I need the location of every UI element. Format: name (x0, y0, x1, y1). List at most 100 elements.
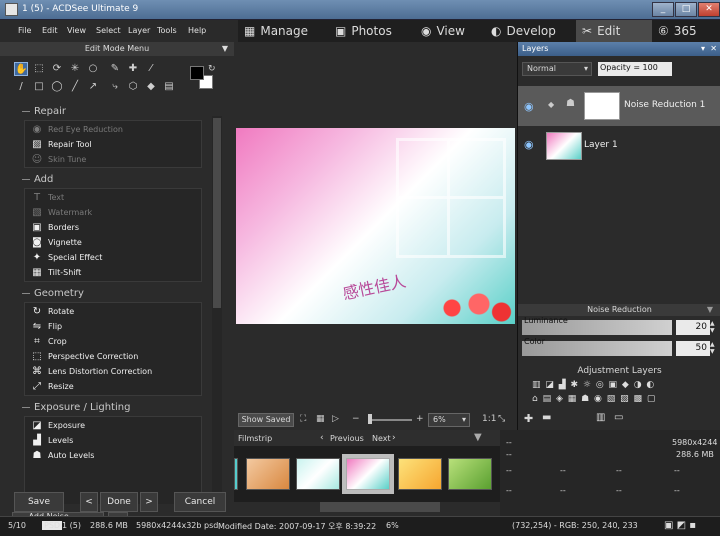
menu-layer[interactable]: Layer (128, 26, 150, 35)
hand-tool-icon[interactable]: ✋ (14, 62, 28, 76)
layer-comment-icon[interactable]: ▭ (614, 412, 623, 423)
menu-select[interactable]: Select (96, 26, 121, 35)
zoom-in-icon[interactable]: + (416, 414, 424, 424)
eraser-icon[interactable]: ◆ (144, 80, 158, 94)
close-button[interactable]: ✕ (698, 2, 720, 17)
menu-help[interactable]: Help (188, 26, 206, 35)
menu-edit[interactable]: Edit (42, 26, 58, 35)
zoom-out-icon[interactable]: − (352, 414, 360, 424)
levels-item[interactable]: ▟ Levels (31, 433, 73, 448)
gradient-icon[interactable]: ▤ (162, 80, 176, 94)
luminance-slider[interactable]: Luminance (522, 316, 672, 335)
delete-layer-icon[interactable]: ▥ (596, 412, 605, 423)
previous-image-button[interactable]: < (80, 492, 98, 512)
link-icon[interactable]: ◆ (548, 100, 554, 109)
rotate-item[interactable]: ↻ Rotate (31, 304, 74, 319)
tab-manage[interactable]: ▦ Manage (238, 20, 329, 42)
scrollbar-thumb[interactable] (213, 118, 221, 308)
resize-item[interactable]: ⤢ Resize (31, 379, 74, 394)
tilt-shift-item[interactable]: ▦ Tilt-Shift (31, 265, 81, 280)
lasso-icon[interactable]: ○ (86, 62, 100, 76)
rectangle-icon[interactable]: □ (32, 80, 46, 94)
magic-wand-icon[interactable]: ✳ (68, 62, 82, 76)
vignette-item[interactable]: ◙ Vignette (31, 235, 82, 250)
edited-photo[interactable]: 感性佳人 (236, 128, 515, 324)
transform-tool-icon[interactable]: ⟳ (50, 62, 64, 76)
section-exposure-header[interactable]: Exposure / Lighting (22, 402, 130, 416)
swap-colors-icon[interactable]: ↻ (208, 64, 216, 74)
borders-item[interactable]: ▣ Borders (31, 220, 79, 235)
show-saved-button[interactable]: Show Saved (238, 413, 294, 427)
smart-brush-icon[interactable]: ✎ (108, 62, 122, 76)
red-eye-reduction-item[interactable]: ◉ Red Eye Reduction (31, 122, 123, 137)
chevron-right-icon[interactable]: › (392, 433, 396, 443)
play-icon[interactable]: ▷ (332, 414, 339, 424)
watermark-item[interactable]: ▧ Watermark (31, 205, 92, 220)
skin-tune-item[interactable]: ☺ Skin Tune (31, 152, 87, 167)
polyline-icon[interactable]: ⤷ (108, 80, 122, 94)
next-image-button[interactable]: > (140, 492, 158, 512)
crop-item[interactable]: ⌗ Crop (31, 334, 67, 349)
auto-levels-item[interactable]: ☗ Auto Levels (31, 448, 95, 463)
visibility-eye-icon[interactable]: ◉ (524, 138, 534, 151)
edit-mode-menu-header[interactable]: Edit Mode Menu ▼ (0, 42, 234, 56)
adjustment-layer-icons[interactable]: ▥ ◪ ▟ ✱ ☼ ◎ ▣ ◆ ◑ ◐ ⌂ ▤ ◈ ▦ ☗ ◉ ▧ ▨ ▩ ▢ (532, 378, 712, 406)
zoom-slider-thumb[interactable] (368, 414, 372, 424)
marquee-tool-icon[interactable]: ⬚ (32, 62, 46, 76)
filmstrip-thumb[interactable] (234, 458, 238, 490)
cancel-button[interactable]: Cancel (174, 492, 226, 512)
line-icon[interactable]: ╱ (68, 80, 82, 94)
maximize-button[interactable]: □ (675, 2, 697, 17)
filmstrip-thumb[interactable] (246, 458, 290, 490)
luminance-value[interactable]: 20 (676, 320, 710, 335)
brush-icon[interactable]: / (14, 80, 28, 94)
opacity-field[interactable]: Opacity = 100 (598, 62, 672, 76)
filmstrip-thumb[interactable] (448, 458, 492, 490)
special-effect-item[interactable]: ✦ Special Effect (31, 250, 103, 265)
lens-distortion-correction-item[interactable]: ⌘ Lens Distortion Correction (31, 364, 152, 379)
filmstrip-thumb[interactable] (398, 458, 442, 490)
edit-panel-scrollbar[interactable] (212, 116, 222, 502)
close-icon[interactable]: ✕ (710, 42, 717, 56)
collapse-icon[interactable]: ▼ (707, 304, 713, 316)
zoom-slider[interactable] (372, 419, 412, 421)
heal-icon[interactable]: ✚ (126, 62, 140, 76)
color-slider[interactable]: Color (522, 337, 672, 356)
tab-edit[interactable]: ✂ Edit (576, 20, 652, 42)
text-item[interactable]: T Text (31, 190, 64, 205)
arrow-icon[interactable]: ↗ (86, 80, 100, 94)
minimize-button[interactable]: _ (652, 2, 674, 17)
tab-develop[interactable]: ◐ Develop (485, 20, 576, 42)
section-add-header[interactable]: Add (22, 174, 53, 188)
grid-icon[interactable]: ▦ (316, 414, 325, 424)
fit-image-icon[interactable]: ⤡ (498, 414, 505, 424)
polygon-icon[interactable]: ⬡ (126, 80, 140, 94)
pin-icon[interactable]: ▾ (701, 42, 705, 56)
luminance-spinner[interactable]: ▲ ▼ (710, 320, 718, 335)
layer-group-icon[interactable]: ▬ (542, 412, 551, 423)
perspective-correction-item[interactable]: ⬚ Perspective Correction (31, 349, 138, 364)
filmstrip-thumb[interactable] (296, 458, 340, 490)
collapse-filmstrip-icon[interactable]: ▼ (474, 432, 482, 443)
filmstrip-thumb-selected[interactable] (342, 454, 394, 494)
save-button[interactable]: Save (14, 492, 64, 512)
layer-row[interactable]: ◉ ◆ ☗ Noise Reduction 1 (518, 86, 720, 126)
filmstrip-next[interactable]: Next (372, 434, 391, 443)
actual-size-button[interactable]: 1:1 (482, 414, 496, 424)
menu-view[interactable]: View (67, 26, 86, 35)
menu-file[interactable]: File (18, 26, 31, 35)
blend-mode-select[interactable]: Normal ▾ (522, 62, 592, 76)
eyedropper-icon[interactable]: ⁄ (144, 62, 158, 76)
flip-item[interactable]: ⇋ Flip (31, 319, 62, 334)
tab-photos[interactable]: ▣ Photos (329, 20, 415, 42)
image-canvas[interactable]: 感性佳人 (234, 42, 517, 410)
ellipse-icon[interactable]: ◯ (50, 80, 64, 94)
color-value[interactable]: 50 (676, 341, 710, 356)
filmstrip-previous[interactable]: Previous (330, 434, 364, 443)
color-spinner[interactable]: ▲ ▼ (710, 341, 718, 356)
section-repair-header[interactable]: Repair (22, 106, 66, 120)
view-toggle-icon[interactable]: ▣ ◩ ▪ (664, 520, 696, 531)
visibility-eye-icon[interactable]: ◉ (524, 100, 534, 113)
chevron-left-icon[interactable]: ‹ (320, 433, 324, 443)
zoom-select[interactable]: 6% ▾ (428, 413, 470, 427)
